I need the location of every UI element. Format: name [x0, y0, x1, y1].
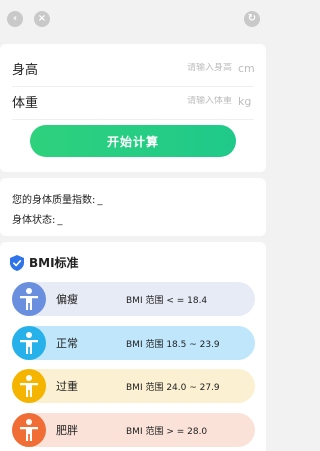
bmi-standard-card: BMI标准 偏瘦 BMI 范围 < = 18.4 正常 BMI 范围 18.5 … — [0, 242, 266, 451]
weight-unit: kg — [238, 94, 252, 108]
person-icon — [12, 413, 46, 447]
weight-field: kg — [172, 95, 254, 108]
category-name: 过重 — [56, 380, 78, 393]
refresh-icon[interactable]: ↻ — [244, 11, 260, 27]
close-icon[interactable]: × — [34, 11, 50, 27]
category-range: BMI 范围 18.5 ~ 23.9 — [126, 339, 220, 350]
shield-icon — [10, 254, 24, 271]
bmi-result-label: 您的身体质量指数: — [12, 195, 96, 206]
category-range: BMI 范围 24.0 ~ 27.9 — [126, 382, 220, 393]
status-result-label: 身体状态: — [12, 215, 56, 226]
person-icon — [12, 282, 46, 316]
category-name: 偏瘦 — [56, 293, 78, 306]
category-range: BMI 范围 < = 18.4 — [126, 295, 208, 306]
start-calculate-button[interactable]: 开始计算 — [30, 125, 236, 157]
top-bar: ‹ × ↻ — [0, 0, 271, 40]
person-icon — [12, 369, 46, 403]
list-item: 肥胖 BMI 范围 > = 28.0 — [12, 413, 255, 447]
height-field: cm — [172, 61, 255, 75]
weight-input[interactable] — [172, 96, 232, 106]
height-row: 身高 cm — [12, 51, 255, 85]
input-card: 身高 cm 体重 kg 开始计算 — [0, 44, 266, 172]
bmi-result-value: _ — [97, 195, 103, 206]
weight-label: 体重 — [12, 95, 39, 111]
status-result-value: _ — [57, 215, 63, 226]
height-unit: cm — [238, 61, 255, 75]
list-item: 偏瘦 BMI 范围 < = 18.4 — [12, 282, 255, 316]
bmi-standard-title: BMI标准 — [29, 256, 79, 270]
height-label: 身高 — [12, 62, 39, 78]
list-item: 正常 BMI 范围 18.5 ~ 23.9 — [12, 326, 255, 360]
bmi-standard-header: BMI标准 — [10, 254, 79, 271]
chevron-left-icon[interactable]: ‹ — [7, 11, 23, 27]
weight-row: 体重 kg — [12, 84, 254, 118]
result-card: 您的身体质量指数: _ 身体状态: _ — [0, 178, 266, 236]
bmi-result-line: 您的身体质量指数: _ — [12, 191, 102, 206]
category-name: 正常 — [56, 337, 78, 350]
category-range: BMI 范围 > = 28.0 — [126, 426, 208, 437]
divider — [12, 119, 254, 120]
person-icon — [12, 326, 46, 360]
height-input[interactable] — [172, 63, 232, 73]
category-name: 肥胖 — [56, 424, 78, 437]
list-item: 过重 BMI 范围 24.0 ~ 27.9 — [12, 369, 255, 403]
status-result-line: 身体状态: _ — [12, 211, 62, 226]
